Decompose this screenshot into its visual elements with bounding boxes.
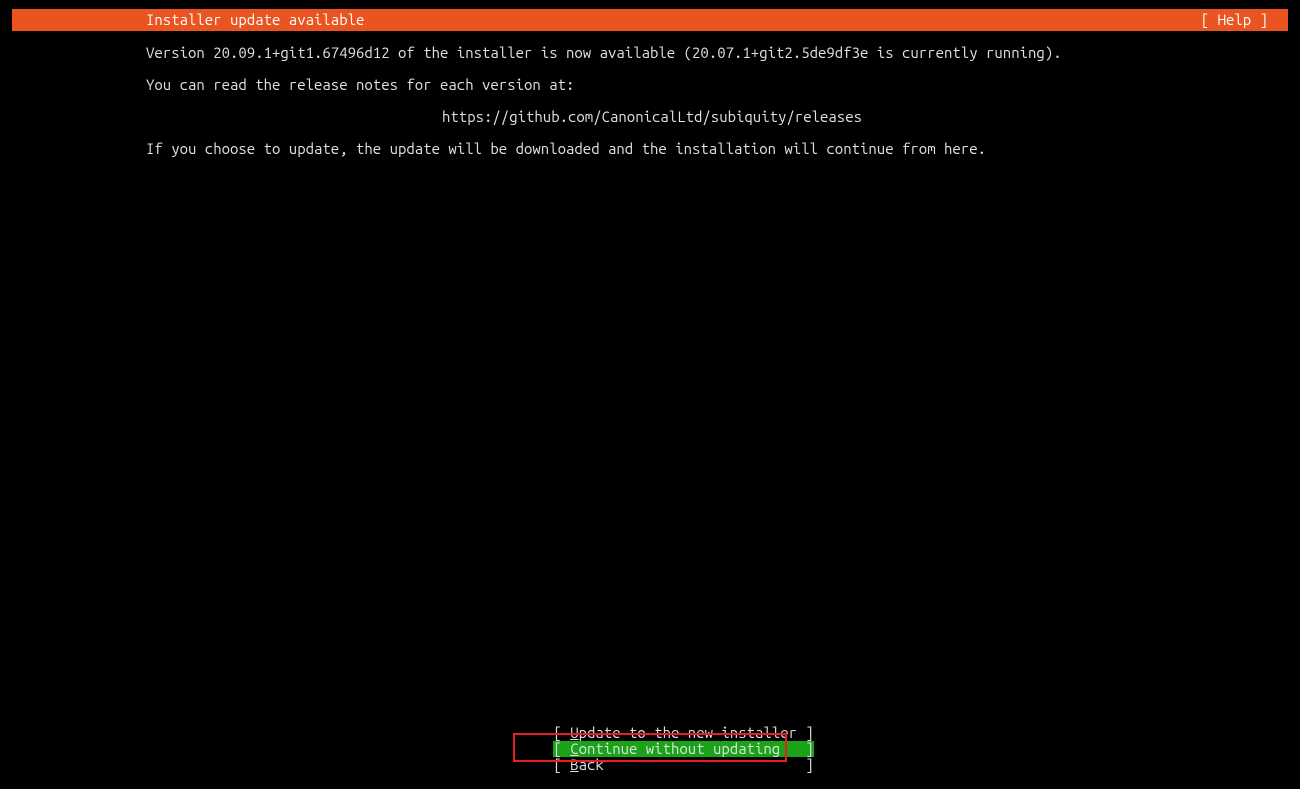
version-text: Version 20.09.1+git1.67496d12 of the ins… (146, 45, 1288, 61)
back-button[interactable]: [ Back ] (486, 741, 814, 789)
button-group: [ Update to the new installer ] [ Contin… (12, 725, 1288, 773)
update-info-text: If you choose to update, the update will… (146, 141, 1288, 157)
release-notes-intro: You can read the release notes for each … (146, 77, 1288, 93)
release-notes-url: https://github.com/CanonicalLtd/subiquit… (146, 109, 1288, 125)
content-area: Version 20.09.1+git1.67496d12 of the ins… (12, 31, 1288, 157)
header: Installer update available [ Help ] (12, 9, 1288, 31)
help-button[interactable]: [ Help ] (1201, 12, 1268, 28)
page-title: Installer update available (146, 12, 364, 28)
installer-screen: Installer update available [ Help ] Vers… (12, 9, 1288, 779)
